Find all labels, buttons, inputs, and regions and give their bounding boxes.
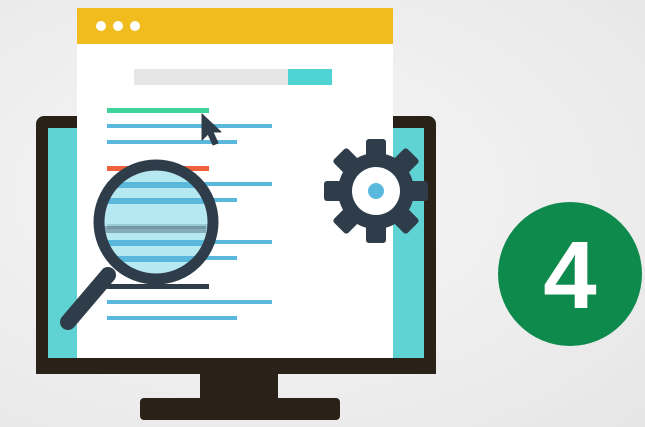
gear-icon [324,139,428,243]
illustration-canvas: 4 [0,0,645,427]
search-bar [134,69,332,85]
step-number-badge: 4 [498,202,642,346]
step-number: 4 [543,222,597,329]
